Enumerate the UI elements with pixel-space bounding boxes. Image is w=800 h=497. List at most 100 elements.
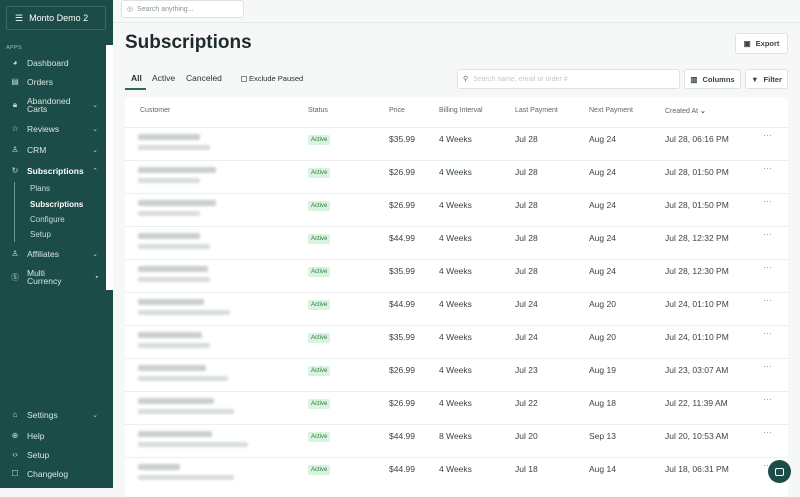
subscription-search-input[interactable]: ⚲Search name, email or order # [457,69,680,89]
created-at: Jul 28, 12:32 PM [665,233,729,243]
price: $26.99 [389,167,415,177]
table-row[interactable]: Active $35.99 4 Weeks Jul 28 Aug 24 Jul … [125,127,788,160]
label: Dashboard [27,59,69,67]
label: Filter [764,75,782,84]
billing-interval: 8 Weeks [439,431,472,441]
table-row[interactable]: Active $44.99 4 Weeks Jul 24 Aug 20 Jul … [125,292,788,325]
label: Subscriptions [27,167,84,175]
more-actions-icon[interactable]: ··· [763,229,772,239]
price: $35.99 [389,332,415,342]
created-at: Jul 23, 03:07 AM [665,365,728,375]
exclude-paused-checkbox[interactable]: Exclude Paused [241,74,303,83]
more-actions-icon[interactable]: ··· [763,427,772,437]
customer-email-redacted [138,376,228,381]
status-badge: Active [308,399,330,409]
sidebar-item-dashboard[interactable]: ◕Dashboard [10,58,98,67]
column-header-created-at[interactable]: Created At ⌄ [665,107,706,115]
label: Reviews [27,125,59,133]
sidebar-subitem-plans[interactable]: Plans [30,184,50,193]
table-row[interactable]: Active $35.99 4 Weeks Jul 24 Aug 20 Jul … [125,325,788,358]
created-at: Jul 28, 01:50 PM [665,167,729,177]
column-header-price[interactable]: Price [389,107,405,114]
label: Exclude Paused [249,74,303,83]
tab-active[interactable]: Active [152,73,175,83]
label: Help [27,432,44,440]
filter-icon: ▼ [751,75,758,84]
table-row[interactable]: Active $26.99 4 Weeks Jul 23 Aug 19 Jul … [125,358,788,391]
label: Setup [27,451,49,459]
sidebar-subitem-setup[interactable]: Setup [30,230,51,239]
column-header-next-payment[interactable]: Next Payment [589,107,633,114]
filter-button[interactable]: ▼ Filter [745,69,788,89]
more-actions-icon[interactable]: ··· [763,163,772,173]
sidebar-item-orders[interactable]: ▤Orders [10,77,98,86]
created-at: Jul 24, 01:10 PM [665,332,729,342]
next-payment: Aug 24 [589,200,616,210]
sidebar-item-reviews[interactable]: ☆Reviews⌄ [10,124,98,133]
next-payment: Aug 24 [589,167,616,177]
sidebar-item-changelog[interactable]: ☐Changelog [10,469,98,478]
table-row[interactable]: Active $26.99 4 Weeks Jul 22 Aug 18 Jul … [125,391,788,424]
customer-email-redacted [138,178,200,183]
billing-interval: 4 Weeks [439,200,472,210]
file-download-icon: ▣ [744,39,751,48]
sidebar-item-subscriptions[interactable]: ↻Subscriptions⌃ [10,166,98,175]
sidebar-item-multi-currency[interactable]: ⓈMulti Currency▪ [10,269,98,285]
created-at: Jul 22, 11:39 AM [665,398,728,408]
tab-all[interactable]: All [131,73,142,83]
sidebar-item-help[interactable]: ⊕ Help [10,431,98,440]
table-row[interactable]: Active $26.99 4 Weeks Jul 28 Aug 24 Jul … [125,193,788,226]
created-at: Jul 28, 06:16 PM [665,134,729,144]
next-payment: Aug 24 [589,266,616,276]
customer-email-redacted [138,244,210,249]
more-actions-icon[interactable]: ··· [763,394,772,404]
sidebar-item-crm[interactable]: ♙CRM⌄ [10,145,98,154]
table-row[interactable]: Active $44.99 8 Weeks Jul 20 Sep 13 Jul … [125,424,788,457]
billing-interval: 4 Weeks [439,365,472,375]
more-actions-icon[interactable]: ··· [763,328,772,338]
sidebar-item-abandoned-carts[interactable]: 🔒︎Abandoned Carts⌄ [10,97,98,113]
sidebar-item-affiliates[interactable]: ♙Affiliates⌄ [10,249,98,258]
sidebar-subitem-subscriptions[interactable]: Subscriptions [30,200,83,209]
table-row[interactable]: Active $26.99 4 Weeks Jul 28 Aug 24 Jul … [125,160,788,193]
chevron-down-icon: ⌄ [92,125,98,133]
global-search-input[interactable]: ◎ Search anything... [121,0,244,18]
customer-email-redacted [138,343,210,348]
more-actions-icon[interactable]: ··· [763,361,772,371]
price: $35.99 [389,134,415,144]
sidebar-subitem-configure[interactable]: Configure [30,215,65,224]
created-at: Jul 28, 12:30 PM [665,266,729,276]
workspace-switcher[interactable]: ☰Monto Demo 2 [6,6,106,30]
placeholder: Search anything... [137,6,193,13]
chat-icon [775,468,784,476]
sort-desc-icon: ⌄ [700,108,706,115]
chat-launcher-button[interactable] [768,460,791,483]
more-actions-icon[interactable]: ··· [763,130,772,140]
column-header-last-payment[interactable]: Last Payment [515,107,558,114]
status-badge: Active [308,234,330,244]
label: Export [756,39,780,48]
divider [113,22,800,23]
dollar-icon: Ⓢ [10,272,20,283]
more-actions-icon[interactable]: ··· [763,295,772,305]
search-icon: ◎ [127,5,133,13]
more-actions-icon[interactable]: ··· [763,196,772,206]
columns-button[interactable]: ▥Columns [684,69,741,89]
column-header-status[interactable]: Status [308,107,328,114]
sidebar-item-settings[interactable]: ⌂Settings⌄ [10,410,98,419]
column-header-customer[interactable]: Customer [140,107,170,114]
chevron-up-icon: ⌃ [92,167,98,175]
more-actions-icon[interactable]: ··· [763,262,772,272]
tab-canceled[interactable]: Canceled [186,73,222,83]
price: $44.99 [389,299,415,309]
table-row[interactable]: Active $44.99 4 Weeks Jul 28 Aug 24 Jul … [125,226,788,259]
next-payment: Aug 14 [589,464,616,474]
globe-icon: ⊕ [10,431,20,440]
export-button[interactable]: ▣ Export [735,33,788,54]
table-row[interactable]: Active $35.99 4 Weeks Jul 28 Aug 24 Jul … [125,259,788,292]
customer-email-redacted [138,409,234,414]
table-row[interactable]: Active $44.99 4 Weeks Jul 18 Aug 14 Jul … [125,457,788,490]
status-badge: Active [308,168,330,178]
sidebar-item-setup[interactable]: ‹›Setup [10,450,98,459]
column-header-billing-interval[interactable]: Billing Interval [439,107,483,114]
